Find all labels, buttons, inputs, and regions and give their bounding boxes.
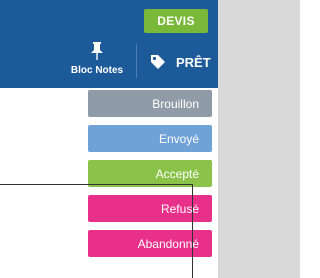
connector-line-horizontal bbox=[0, 184, 193, 185]
header-bar: DEVIS Bloc Notes PRÊT bbox=[0, 0, 218, 88]
bloc-notes-button[interactable]: Bloc Notes bbox=[66, 42, 128, 80]
status-refuse-button[interactable]: Refusé bbox=[88, 195, 212, 222]
status-brouillon-button[interactable]: Brouillon bbox=[88, 90, 212, 117]
app-panel: DEVIS Bloc Notes PRÊT Brouillon Envoyé A… bbox=[0, 0, 218, 278]
pushpin-icon bbox=[91, 42, 103, 60]
background-area bbox=[218, 0, 300, 278]
pret-label: PRÊT bbox=[176, 54, 211, 70]
status-accepte-button[interactable]: Accepté bbox=[88, 160, 212, 187]
connector-line-vertical bbox=[192, 184, 193, 278]
pret-button[interactable]: PRÊT bbox=[150, 52, 214, 72]
toolbar-divider bbox=[136, 44, 137, 78]
status-envoye-button[interactable]: Envoyé bbox=[88, 125, 212, 152]
status-list: Brouillon Envoyé Accepté Refusé Abandonn… bbox=[88, 90, 212, 265]
status-abandonne-button[interactable]: Abandonné bbox=[88, 230, 212, 257]
tag-icon bbox=[151, 55, 165, 69]
bloc-notes-label: Bloc Notes bbox=[70, 65, 124, 76]
devis-button[interactable]: DEVIS bbox=[144, 9, 208, 33]
